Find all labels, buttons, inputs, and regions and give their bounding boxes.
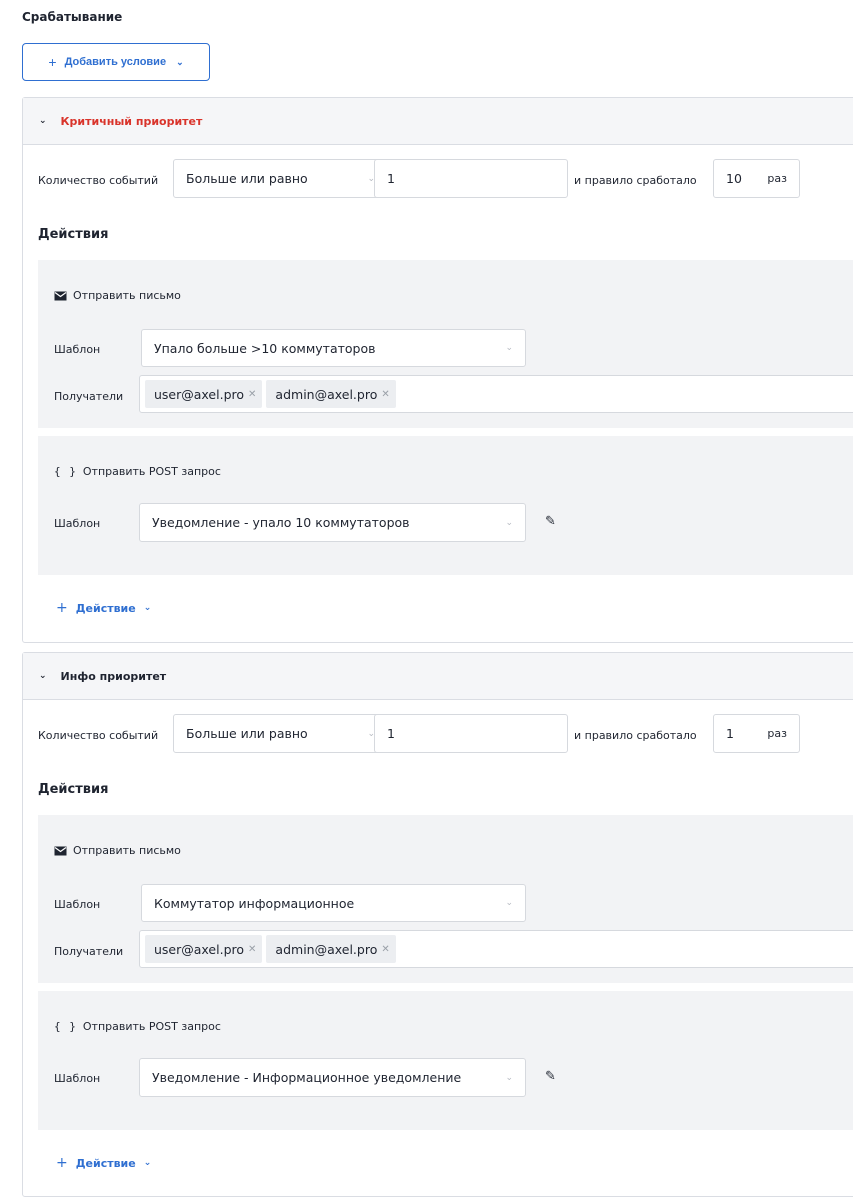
action-title: Отправить письмо (54, 289, 181, 302)
action-title-text: Отправить письмо (73, 289, 181, 302)
panel-title: Инфо приоритет (60, 669, 167, 683)
chevron-down-icon: ⌄ (505, 517, 513, 528)
operator-select[interactable]: Больше или равно ⌄ (173, 159, 388, 198)
events-value-input[interactable]: 1 (374, 159, 568, 198)
recipient-tag: admin@axel.pro ✕ (266, 380, 396, 408)
add-condition-label: Добавить условие (64, 56, 167, 68)
add-action-label: Действие (75, 601, 136, 615)
mail-icon (54, 846, 67, 856)
post-template-select[interactable]: Уведомление - упало 10 коммутаторов ⌄ (139, 503, 526, 542)
chevron-down-icon: ⌄ (143, 603, 152, 613)
chevron-down-icon: ⌄ (505, 898, 513, 908)
post-template-select[interactable]: Уведомление - Информационное уведомление… (139, 1058, 526, 1097)
recipient-email: admin@axel.pro (275, 386, 378, 402)
post-template-value: Уведомление - упало 10 коммутаторов (152, 515, 410, 530)
action-title: Отправить письмо (54, 844, 181, 857)
panel-header[interactable]: ⌄ Инфо приоритет (23, 653, 853, 700)
email-template-value: Коммутатор информационное (154, 895, 355, 911)
braces-icon: { } (54, 465, 77, 478)
recipient-tag: user@axel.pro ✕ (145, 935, 263, 963)
recipient-tag: admin@axel.pro ✕ (266, 935, 396, 963)
chevron-down-icon[interactable]: ⌄ (39, 671, 47, 681)
times-input[interactable]: 10 раз (713, 159, 800, 198)
action-title: { } Отправить POST запрос (54, 1020, 221, 1033)
operator-value: Больше или равно (186, 171, 308, 186)
template-label: Шаблон (54, 898, 101, 911)
recipients-label: Получатели (54, 945, 124, 958)
recipient-email: admin@axel.pro (275, 941, 378, 957)
close-icon[interactable]: ✕ (248, 944, 256, 955)
panel-title: Критичный приоритет (60, 114, 203, 128)
email-template-select[interactable]: Упало больше >10 коммутаторов ⌄ (141, 329, 526, 367)
template-label: Шаблон (54, 1072, 101, 1085)
chevron-down-icon: ⌄ (176, 56, 184, 67)
add-action-button[interactable]: + Действие ⌄ (56, 1155, 151, 1171)
action-title-text: Отправить POST запрос (82, 465, 221, 478)
pencil-icon[interactable]: ✎ (545, 514, 556, 529)
post-template-value: Уведомление - Информационное уведомление (152, 1070, 462, 1085)
recipient-email: user@axel.pro (154, 386, 245, 402)
action-send-post: { } Отправить POST запрос Шаблон Уведомл… (38, 991, 853, 1130)
priority-panel-critical: ⌄ Критичный приоритет Количество событий… (22, 97, 853, 643)
chevron-down-icon: ⌄ (505, 1072, 513, 1083)
close-icon[interactable]: ✕ (381, 389, 389, 400)
template-label: Шаблон (54, 343, 101, 356)
action-send-email: Отправить письмо Шаблон Упало больше >10… (38, 260, 853, 428)
events-value: 1 (387, 171, 395, 186)
events-value-input[interactable]: 1 (374, 714, 568, 753)
events-count-label: Количество событий (38, 729, 159, 742)
add-condition-button[interactable]: + Добавить условие ⌄ (22, 43, 210, 81)
action-send-email: Отправить письмо Шаблон Коммутатор инфор… (38, 815, 853, 983)
events-count-label: Количество событий (38, 174, 159, 187)
plus-icon: + (56, 600, 68, 616)
chevron-down-icon[interactable]: ⌄ (39, 116, 47, 126)
times-input[interactable]: 1 раз (713, 714, 800, 753)
add-action-label: Действие (75, 1156, 136, 1170)
events-value: 1 (387, 726, 395, 741)
action-title-text: Отправить письмо (73, 844, 181, 857)
email-template-value: Упало больше >10 коммутаторов (154, 340, 376, 356)
recipients-label: Получатели (54, 390, 124, 403)
recipient-email: user@axel.pro (154, 941, 245, 957)
mail-icon (54, 291, 67, 301)
action-send-post: { } Отправить POST запрос Шаблон Уведомл… (38, 436, 853, 575)
operator-value: Больше или равно (186, 726, 308, 741)
action-title: { } Отправить POST запрос (54, 465, 221, 478)
plus-icon: + (48, 54, 57, 70)
operator-select[interactable]: Больше или равно ⌄ (173, 714, 388, 753)
template-label: Шаблон (54, 517, 101, 530)
priority-panel-info: ⌄ Инфо приоритет Количество событий Боль… (22, 652, 853, 1197)
section-title: Срабатывание (22, 10, 123, 24)
triggered-label: и правило сработало (574, 174, 697, 187)
braces-icon: { } (54, 1020, 77, 1033)
actions-heading: Действия (38, 227, 109, 242)
times-unit: раз (767, 727, 787, 740)
pencil-icon[interactable]: ✎ (545, 1069, 556, 1084)
times-unit: раз (767, 172, 787, 185)
times-value: 1 (726, 726, 734, 741)
panel-header[interactable]: ⌄ Критичный приоритет (23, 98, 853, 145)
close-icon[interactable]: ✕ (381, 944, 389, 955)
recipient-tag: user@axel.pro ✕ (145, 380, 263, 408)
add-action-button[interactable]: + Действие ⌄ (56, 600, 151, 616)
recipients-input[interactable]: user@axel.pro ✕ admin@axel.pro ✕ (139, 930, 853, 968)
chevron-down-icon: ⌄ (505, 343, 513, 353)
email-template-select[interactable]: Коммутатор информационное ⌄ (141, 884, 526, 922)
actions-heading: Действия (38, 782, 109, 797)
close-icon[interactable]: ✕ (248, 389, 256, 400)
triggered-label: и правило сработало (574, 729, 697, 742)
times-value: 10 (726, 171, 742, 186)
plus-icon: + (56, 1155, 68, 1171)
recipients-input[interactable]: user@axel.pro ✕ admin@axel.pro ✕ (139, 375, 853, 413)
chevron-down-icon: ⌄ (143, 1158, 152, 1168)
action-title-text: Отправить POST запрос (82, 1020, 221, 1033)
